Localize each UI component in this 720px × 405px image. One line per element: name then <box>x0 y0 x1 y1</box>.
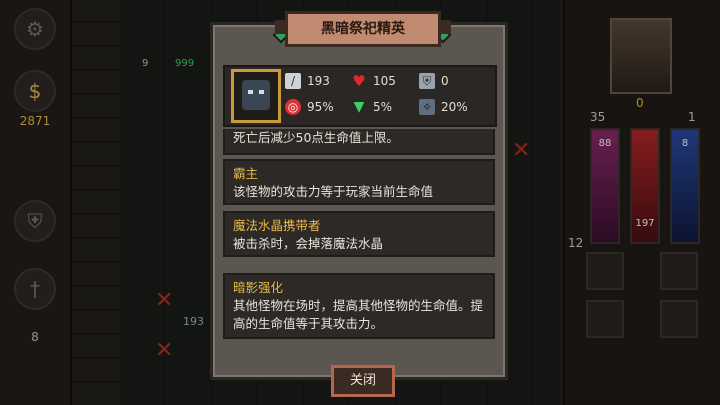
defense-stat: ⛨ 0 <box>419 73 449 89</box>
crit-icon: ✧ <box>419 99 435 115</box>
drop-stat: ▼ 5% <box>351 99 392 115</box>
ability-card: 霸主 该怪物的攻击力等于玩家当前生命值 <box>223 159 495 205</box>
drop-value: 5% <box>373 100 393 114</box>
monster-stats-panel: / 193 ♥ 105 ⛨ 0 ◎ 95% ▼ 5% ✧ 20% <box>223 65 497 127</box>
potion-icon: ▼ <box>353 99 365 115</box>
ability-desc: 被击杀时，会掉落魔法水晶 <box>233 236 384 251</box>
ability-card: 魔法水晶携带者 被击杀时，会掉落魔法水晶 <box>223 211 495 257</box>
hit-stat: ◎ 95% <box>285 99 334 115</box>
defense-value: 0 <box>441 74 449 88</box>
attack-stat: / 193 <box>285 73 330 89</box>
crit-stat: ✧ 20% <box>419 99 468 115</box>
health-stat: ♥ 105 <box>351 72 396 90</box>
crit-value: 20% <box>441 100 468 114</box>
hit-value: 95% <box>307 100 334 114</box>
ability-desc: 该怪物的攻击力等于玩家当前生命值 <box>233 184 434 199</box>
ability-desc: 死亡后减少50点生命值上限。 <box>233 130 399 145</box>
shield-icon: ⛨ <box>419 73 435 89</box>
ability-desc: 其他怪物在场时，提高其他怪物的生命值。提高的生命值等于其攻击力。 <box>233 298 484 331</box>
ability-name: 魔法水晶携带者 <box>233 218 321 233</box>
ability-card: 暗影强化 其他怪物在场时，提高其他怪物的生命值。提高的生命值等于其攻击力。 <box>223 273 495 339</box>
heart-icon: ♥ <box>352 72 366 90</box>
monster-sprite <box>242 80 270 110</box>
health-value: 105 <box>373 74 396 88</box>
ability-name: 霸主 <box>233 166 259 181</box>
dialog-title: 黑暗祭祀精英 <box>275 11 451 47</box>
close-button[interactable]: 关闭 <box>331 365 395 397</box>
monster-info-dialog: 黑暗祭祀精英 / 193 ♥ 105 ⛨ 0 ◎ 95% ▼ 5% ✧ 20% <box>210 11 508 397</box>
target-icon: ◎ <box>285 99 301 115</box>
monster-portrait <box>231 69 281 123</box>
attack-value: 193 <box>307 74 330 88</box>
ability-card: 死亡后减少50点生命值上限。 <box>223 129 495 155</box>
sword-icon: / <box>285 73 301 89</box>
ability-name: 暗影强化 <box>233 280 284 295</box>
ability-list[interactable]: 死亡后减少50点生命值上限。 霸主 该怪物的攻击力等于玩家当前生命值 魔法水晶携… <box>223 129 495 347</box>
